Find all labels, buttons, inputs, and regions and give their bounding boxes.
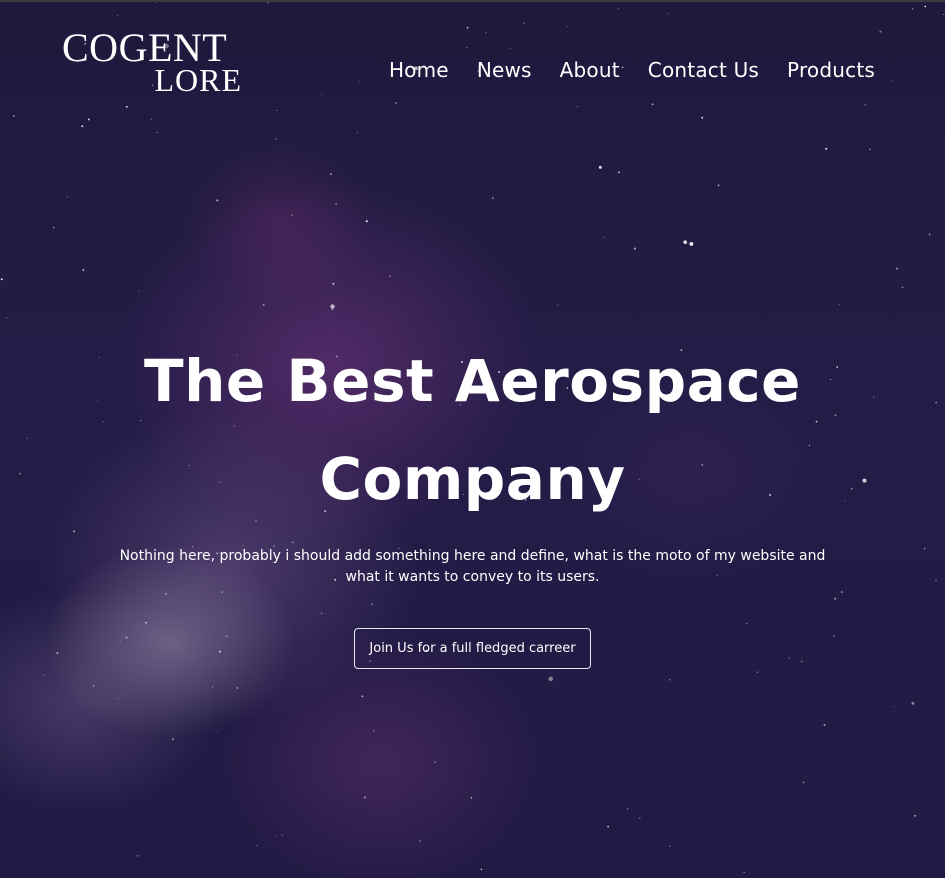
nav-link-contact-us[interactable]: Contact Us (648, 58, 759, 82)
star (211, 686, 214, 688)
star (43, 674, 45, 676)
star (914, 814, 917, 817)
star (893, 706, 895, 708)
nav-link-products[interactable]: Products (787, 58, 875, 82)
star (356, 132, 358, 134)
star (419, 840, 421, 842)
star (838, 303, 840, 306)
star (668, 678, 671, 681)
star (331, 308, 334, 311)
star (216, 199, 219, 202)
star (13, 115, 15, 117)
hero-title: The Best Aerospace Company (144, 347, 801, 513)
join-us-button[interactable]: Join Us for a full fledged carreer (354, 628, 591, 669)
star (470, 797, 473, 799)
star (92, 685, 95, 687)
star (52, 226, 55, 229)
star (434, 761, 436, 763)
star (236, 687, 239, 689)
star (216, 730, 218, 732)
star (87, 118, 90, 121)
star (66, 195, 69, 198)
nav-link-about[interactable]: About (560, 58, 620, 82)
star (0, 278, 3, 281)
star (618, 171, 620, 174)
star (275, 835, 277, 837)
star (607, 825, 609, 828)
site-header: COGENT LORE Home News About Contact Us P… (0, 2, 945, 112)
star (823, 724, 826, 726)
star (689, 241, 694, 246)
nav-item-products: Products (787, 58, 875, 82)
star (373, 730, 375, 732)
star (361, 695, 364, 698)
star (683, 240, 687, 244)
star (136, 854, 139, 857)
star (603, 236, 605, 238)
nav-item-news: News (477, 58, 532, 82)
star (138, 290, 140, 292)
star (117, 697, 119, 699)
star (330, 173, 332, 175)
star (901, 286, 904, 289)
star (626, 808, 629, 810)
hero-content: The Best Aerospace Company Nothing here,… (0, 332, 945, 669)
nav-link-news[interactable]: News (477, 58, 532, 82)
star (598, 165, 602, 169)
star (825, 147, 828, 150)
star (172, 738, 174, 741)
star (928, 233, 931, 236)
star (717, 184, 720, 187)
star (389, 275, 391, 278)
star (669, 845, 671, 847)
star (802, 781, 805, 784)
star (896, 267, 898, 270)
hero-section: COGENT LORE Home News About Contact Us P… (0, 0, 945, 878)
star (335, 203, 338, 206)
star (491, 197, 494, 200)
star (291, 214, 293, 216)
star (633, 247, 636, 250)
star (638, 817, 641, 819)
star (268, 687, 270, 689)
nav-item-home: Home (389, 58, 449, 82)
star (756, 671, 759, 674)
star (557, 304, 559, 306)
star (81, 125, 84, 128)
star (275, 138, 277, 140)
main-nav: Home News About Contact Us Products (389, 58, 875, 82)
nav-item-contact: Contact Us (648, 58, 759, 82)
nav-link-home[interactable]: Home (389, 58, 449, 82)
star (363, 796, 367, 799)
star (911, 701, 915, 705)
star (332, 282, 335, 285)
star (150, 118, 153, 121)
star (156, 131, 158, 133)
star (5, 317, 8, 319)
star (480, 868, 483, 871)
star (701, 116, 704, 119)
star (262, 303, 265, 306)
star (743, 871, 745, 874)
nav-item-about: About (560, 58, 620, 82)
star (548, 676, 553, 682)
star (256, 844, 258, 846)
star (330, 304, 335, 309)
star (869, 148, 871, 151)
star (365, 220, 368, 223)
hero-subtitle: Nothing here, probably i should add some… (119, 548, 826, 585)
star (82, 269, 85, 271)
star (281, 834, 283, 836)
brand-logo[interactable]: COGENT LORE (62, 28, 248, 97)
